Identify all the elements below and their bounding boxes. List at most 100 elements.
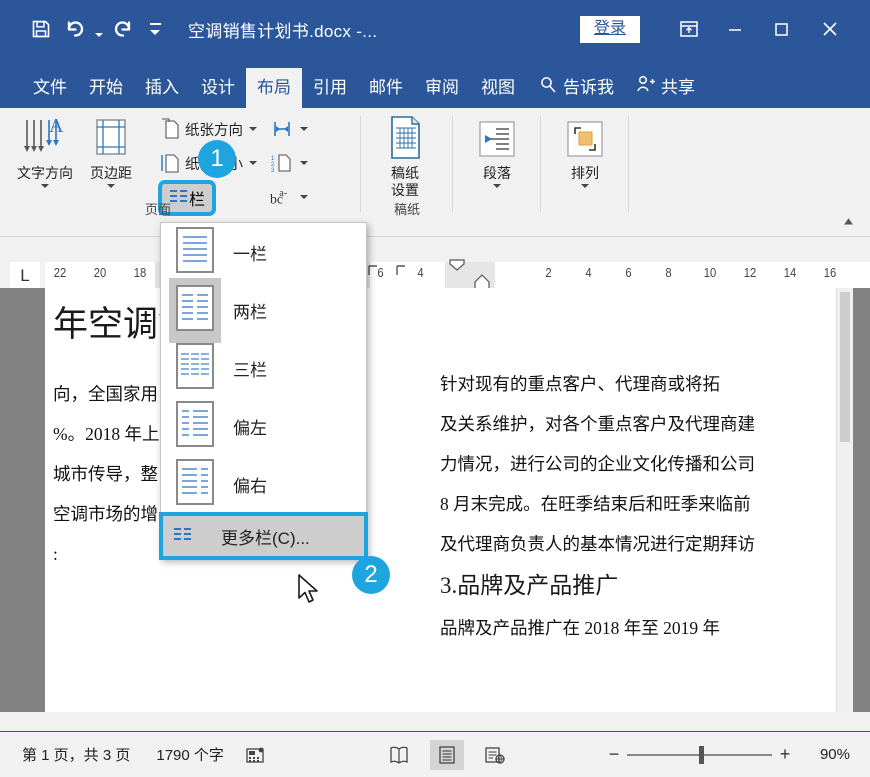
first-line-indent-marker[interactable] (448, 259, 466, 275)
save-icon[interactable] (24, 12, 58, 46)
breaks-caret[interactable] (300, 127, 308, 131)
paragraph-icon (476, 112, 518, 162)
doc-line: 及代理商负责人的基本情况进行定期拜访 (440, 524, 860, 564)
sign-in-button[interactable]: 登录 (580, 16, 640, 43)
share-person-icon (636, 68, 656, 108)
paper-size-caret[interactable] (249, 161, 257, 165)
tell-me-label: 告诉我 (563, 68, 614, 108)
breaks-button[interactable] (270, 114, 308, 144)
tab-insert[interactable]: 插入 (134, 68, 190, 108)
menu-item-left-column[interactable]: 偏左 (161, 397, 366, 455)
paragraph-caret[interactable] (493, 184, 501, 188)
share-button[interactable]: 共享 (625, 68, 713, 108)
paper-orientation-icon (158, 118, 182, 140)
text-direction-label: 文字方向 (17, 165, 73, 182)
hruler-num: 6 (625, 266, 631, 280)
svg-text:A: A (49, 116, 64, 137)
tell-me-box[interactable]: 告诉我 (526, 68, 625, 108)
ribbon-display-options-icon[interactable] (666, 8, 712, 50)
tab-mailings[interactable]: 邮件 (358, 68, 414, 108)
margins-button[interactable]: 页边距 (78, 112, 144, 188)
menu-item-two-columns[interactable]: 两栏 (161, 281, 366, 339)
document-column-right: 针对现有的重点客户、代理商或将拓 及关系维护，对各个重点客户及代理商建 力情况，… (440, 364, 860, 648)
web-layout-icon[interactable] (478, 740, 512, 770)
tab-design[interactable]: 设计 (190, 68, 246, 108)
text-direction-button[interactable]: A 文字方向 (12, 112, 78, 188)
more-columns-icon (173, 526, 207, 547)
tab-view[interactable]: 视图 (470, 68, 526, 108)
menu-item-label: 一栏 (233, 240, 267, 265)
tab-home[interactable]: 开始 (78, 68, 134, 108)
scrollbar-thumb[interactable] (840, 292, 850, 442)
group-label-manuscript: 稿纸 (368, 199, 446, 218)
hruler-num: 10 (704, 266, 717, 280)
ribbon-group-page-setup: A 文字方向 页边距 (8, 108, 308, 220)
proofing-errors-icon[interactable] (238, 740, 272, 770)
annotation-badge-1: 1 (198, 140, 236, 178)
hruler-num: 18 (134, 266, 147, 280)
margins-icon (89, 112, 133, 162)
zoom-in-button[interactable]: + (776, 744, 794, 765)
print-layout-icon[interactable] (430, 740, 464, 770)
vertical-scrollbar[interactable] (836, 288, 853, 712)
tab-layout[interactable]: 布局 (246, 68, 302, 108)
more-columns-menu-item[interactable]: 更多栏(C)... (163, 516, 364, 556)
mouse-cursor-icon (298, 574, 324, 613)
zoom-slider-track[interactable] (627, 754, 772, 756)
tab-review[interactable]: 审阅 (414, 68, 470, 108)
minimize-icon[interactable] (712, 8, 758, 50)
menu-item-right-column[interactable]: 偏右 (161, 455, 366, 513)
manuscript-settings-icon (383, 112, 427, 162)
paragraph-label: 段落 (483, 165, 511, 182)
read-mode-icon[interactable] (382, 740, 416, 770)
arrange-caret[interactable] (581, 184, 589, 188)
zoom-level-label[interactable]: 90% (806, 746, 850, 763)
paper-orientation-button[interactable]: 纸张方向 (158, 114, 257, 144)
menu-item-one-column[interactable]: 一栏 (161, 223, 366, 281)
page-indicator[interactable]: 第 1 页，共 3 页 (22, 744, 130, 765)
paper-orientation-caret[interactable] (249, 127, 257, 131)
hruler-num: 4 (585, 266, 591, 280)
zoom-control[interactable]: − + 90% (605, 744, 870, 765)
menu-item-label: 三栏 (233, 356, 267, 381)
search-icon (540, 68, 557, 108)
zoom-slider-thumb[interactable] (699, 746, 704, 764)
group-separator-4 (628, 116, 629, 212)
tab-references[interactable]: 引用 (302, 68, 358, 108)
paragraph-button[interactable]: 段落 (464, 112, 530, 188)
menu-item-label: 偏左 (233, 414, 267, 439)
columns-dropdown-menu[interactable]: 一栏 两栏 三栏 偏左 (160, 222, 367, 559)
tab-file[interactable]: 文件 (22, 68, 78, 108)
chevron-up-icon[interactable]: ▲ (841, 216, 856, 228)
tab-stop-marker-right (395, 264, 409, 278)
group-label-page-setup: 页面 (8, 199, 308, 218)
undo-icon[interactable] (58, 12, 92, 46)
doc-line: 品牌及产品推广在 2018 年至 2019 年 (440, 608, 860, 648)
manuscript-settings-button[interactable]: 稿纸 设置 (372, 112, 438, 199)
undo-dropdown-caret[interactable] (92, 12, 106, 46)
ribbon-group-paragraph: 段落 (460, 108, 534, 220)
maximize-icon[interactable] (758, 8, 804, 50)
doc-line: 力情况，进行公司的企业文化传播和公司 (440, 444, 860, 484)
svg-text:3: 3 (271, 168, 275, 174)
document-area[interactable]: 年空调销售计划书 向，全国家用 %。2018 年上 城市传导，整 空调市场的增 … (0, 288, 870, 712)
customize-qat-icon[interactable] (140, 12, 170, 46)
right-column-icon (171, 458, 219, 511)
menu-separator (161, 513, 366, 514)
tab-stop-selector[interactable]: L (10, 262, 40, 290)
group-separator-1 (360, 116, 361, 212)
line-numbers-caret[interactable] (300, 161, 308, 165)
text-direction-caret[interactable] (41, 184, 49, 188)
word-count[interactable]: 1790 个字 (156, 744, 224, 765)
margins-caret[interactable] (107, 184, 115, 188)
redo-icon[interactable] (106, 12, 140, 46)
hruler-num: 4 (417, 266, 423, 280)
zoom-out-button[interactable]: − (605, 744, 623, 765)
close-icon[interactable] (804, 8, 856, 50)
line-numbers-button[interactable]: 123 (270, 148, 308, 178)
quick-access-toolbar (0, 12, 170, 46)
left-column-icon (171, 400, 219, 453)
menu-item-three-columns[interactable]: 三栏 (161, 339, 366, 397)
arrange-button[interactable]: 排列 (552, 112, 618, 188)
hruler-num: 8 (665, 266, 671, 280)
